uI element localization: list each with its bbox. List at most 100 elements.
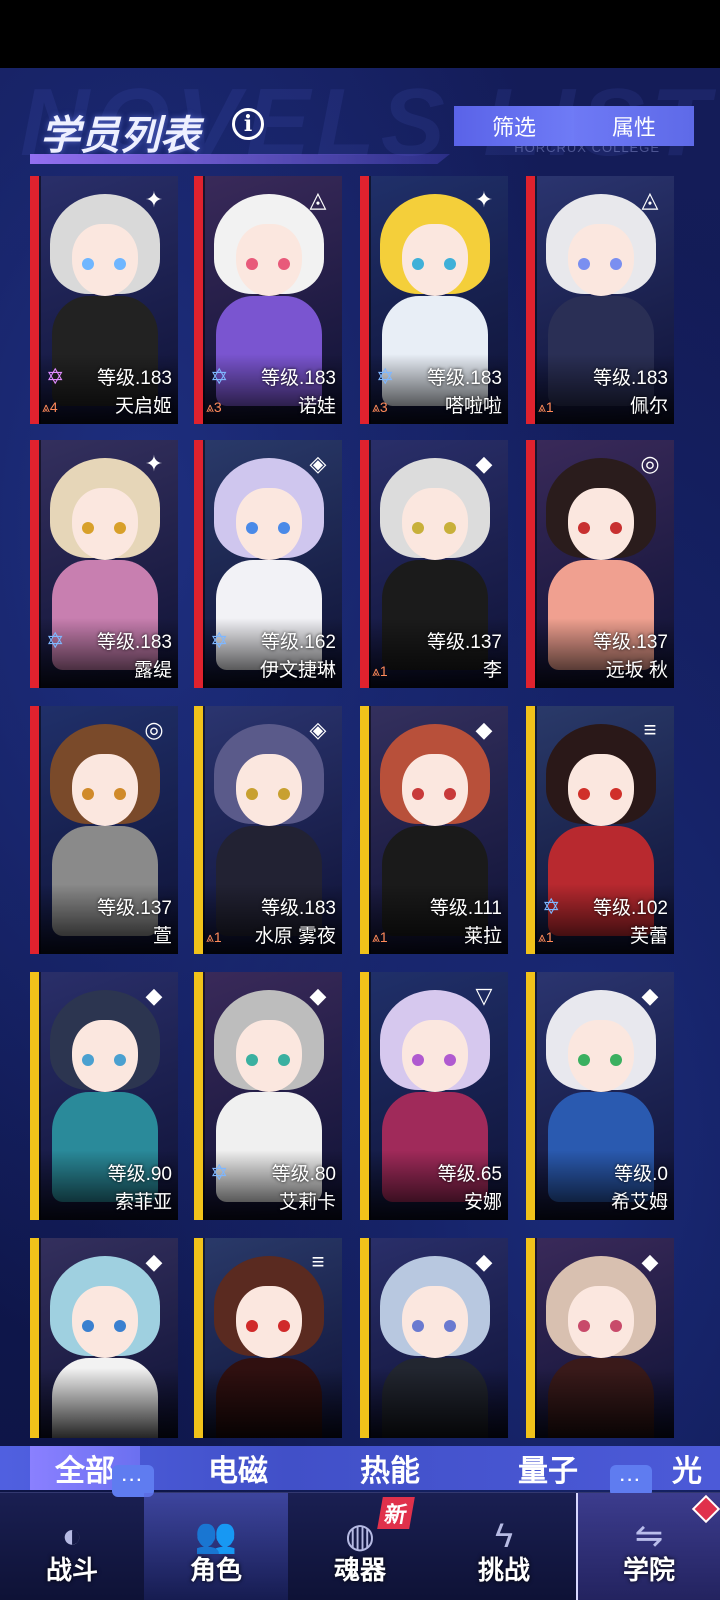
card-shade xyxy=(194,1368,342,1438)
rarity-stripe-edge xyxy=(535,972,537,1220)
info-icon[interactable]: i xyxy=(232,108,264,140)
character-name: 水原 雾夜 xyxy=(254,926,336,947)
rank-chevron-icon: ⩓3 xyxy=(206,399,222,415)
rarity-stripe-edge xyxy=(369,176,371,424)
rarity-stripe xyxy=(30,440,39,688)
portrait-eye xyxy=(278,522,290,534)
bottom-tab-bar: ··· ··· ◐ 战斗 👥 角色 ◍ 魂器新 ϟ 挑战 ⇋ 学院 xyxy=(0,1465,720,1600)
portrait-eye xyxy=(114,1054,126,1066)
character-card[interactable]: ≡ xyxy=(194,1238,342,1438)
character-card[interactable]: ◈ 等级.183 水原 雾夜 ⩓1 xyxy=(194,706,342,954)
status-bar xyxy=(0,0,720,68)
tab-label: 魂器 xyxy=(333,1555,386,1585)
character-name: 远坂 秋 xyxy=(605,660,668,681)
character-name: 佩尔 xyxy=(629,396,668,417)
filter-tab[interactable]: 量子 xyxy=(478,1446,618,1490)
tab-bolt[interactable]: ϟ 挑战 xyxy=(432,1493,576,1600)
character-name: 希艾姆 xyxy=(610,1192,668,1213)
character-card[interactable]: ◆ xyxy=(526,1238,674,1438)
character-card[interactable]: ◬ 等级.183 佩尔 ⩓1 xyxy=(526,176,674,424)
character-card[interactable]: ≡ ✡ 等级.102 芙蕾 ⩓1 xyxy=(526,706,674,954)
element-icon: ✦ xyxy=(144,187,164,212)
element-icon: ✦ xyxy=(474,187,494,212)
rarity-stripe-edge xyxy=(369,706,371,954)
rarity-stripe xyxy=(30,1238,39,1438)
filter-button[interactable]: 筛选 xyxy=(454,106,574,146)
character-level: 等级.183 xyxy=(261,368,336,389)
portrait-eye xyxy=(578,522,590,534)
character-card[interactable]: ◆ xyxy=(30,1238,178,1438)
character-level: 等级.111 xyxy=(429,898,502,919)
rarity-stripe xyxy=(194,176,203,424)
character-card[interactable]: ◆ 等级.0 希艾姆 xyxy=(526,972,674,1220)
character-name: 芙蕾 xyxy=(629,926,668,947)
character-name: 萱 xyxy=(152,926,172,947)
rarity-stripe xyxy=(360,1238,369,1438)
rarity-stripe-edge xyxy=(39,176,41,424)
filter-tab[interactable]: 光 xyxy=(654,1446,720,1490)
rarity-stripe xyxy=(30,706,39,954)
tab-label: 挑战 xyxy=(477,1555,530,1585)
rarity-stripe-edge xyxy=(203,1238,205,1438)
character-card[interactable]: ◆ xyxy=(360,1238,508,1438)
character-card[interactable]: ◆ 等级.90 索菲亚 xyxy=(30,972,178,1220)
character-card[interactable]: ◆ 等级.111 莱拉 ⩓1 xyxy=(360,706,508,954)
element-icon: ◆ xyxy=(145,983,163,1008)
portrait-eye xyxy=(278,1320,290,1332)
portrait-eye xyxy=(444,1054,456,1066)
portrait-eye xyxy=(412,522,424,534)
portrait-eye xyxy=(610,1054,622,1066)
character-card[interactable]: ✦ ✡ 等级.183 天启姬 ⩓4 xyxy=(30,176,178,424)
portrait-eye xyxy=(610,788,622,800)
star-icon: ✡ xyxy=(210,1160,229,1185)
character-card[interactable]: ◆ 等级.137 李 ⩓1 xyxy=(360,440,508,688)
character-card[interactable]: ◎ 等级.137 远坂 秋 xyxy=(526,440,674,688)
element-icon: ◬ xyxy=(641,187,659,212)
character-level: 等级.162 xyxy=(261,632,336,653)
portrait-eye xyxy=(246,1320,258,1332)
tab-users[interactable]: 👥 角色 xyxy=(144,1493,288,1600)
rarity-stripe-edge xyxy=(203,176,205,424)
rarity-stripe-edge xyxy=(203,706,205,954)
rarity-stripe-edge xyxy=(39,1238,41,1438)
character-card[interactable]: ◆ ✡ 等级.80 艾莉卡 xyxy=(194,972,342,1220)
character-card[interactable]: ✦ ✡ 等级.183 露缇 xyxy=(30,440,178,688)
character-level: 等级.183 xyxy=(427,368,502,389)
rarity-stripe xyxy=(526,706,535,954)
portrait-eye xyxy=(114,258,126,270)
portrait-eye xyxy=(82,1054,94,1066)
rarity-stripe xyxy=(526,1238,535,1438)
rarity-stripe xyxy=(526,972,535,1220)
character-card[interactable]: ◈ ✡ 等级.162 伊文捷琳 xyxy=(194,440,342,688)
filter-tab[interactable]: 电磁 xyxy=(168,1446,308,1490)
character-name: 露缇 xyxy=(133,660,172,681)
portrait-eye xyxy=(278,1054,290,1066)
portrait-eye xyxy=(246,522,258,534)
portrait-eye xyxy=(114,522,126,534)
rarity-stripe xyxy=(360,440,369,688)
character-card[interactable]: ◎ 等级.137 萱 xyxy=(30,706,178,954)
character-card[interactable]: ▽ 等级.65 安娜 xyxy=(360,972,508,1220)
filter-tab[interactable]: 热能 xyxy=(320,1446,460,1490)
rarity-stripe xyxy=(360,176,369,424)
rarity-stripe-edge xyxy=(203,440,205,688)
portrait-eye xyxy=(412,788,424,800)
character-level: 等级.183 xyxy=(97,368,172,389)
rarity-stripe xyxy=(194,972,203,1220)
tab-globe[interactable]: ◐ 战斗 xyxy=(0,1493,144,1600)
character-card[interactable]: ◬ ✡ 等级.183 诺娃 ⩓3 xyxy=(194,176,342,424)
page-title: 学员列表 xyxy=(40,112,200,159)
character-card[interactable]: ✦ ✡ 等级.183 嗒啦啦 ⩓3 xyxy=(360,176,508,424)
portrait-eye xyxy=(444,258,456,270)
rarity-stripe xyxy=(30,176,39,424)
attribute-button[interactable]: 属性 xyxy=(574,106,694,146)
character-name: 诺娃 xyxy=(297,396,336,417)
tab-label: 战斗 xyxy=(45,1555,98,1585)
portrait-eye xyxy=(610,522,622,534)
tab-label: 学院 xyxy=(622,1555,675,1585)
element-icon: ◈ xyxy=(309,717,327,742)
portrait-eye xyxy=(246,1054,258,1066)
portrait-eye xyxy=(82,522,94,534)
rank-chevron-icon: ⩓1 xyxy=(538,399,554,415)
element-icon: ◆ xyxy=(309,983,327,1008)
